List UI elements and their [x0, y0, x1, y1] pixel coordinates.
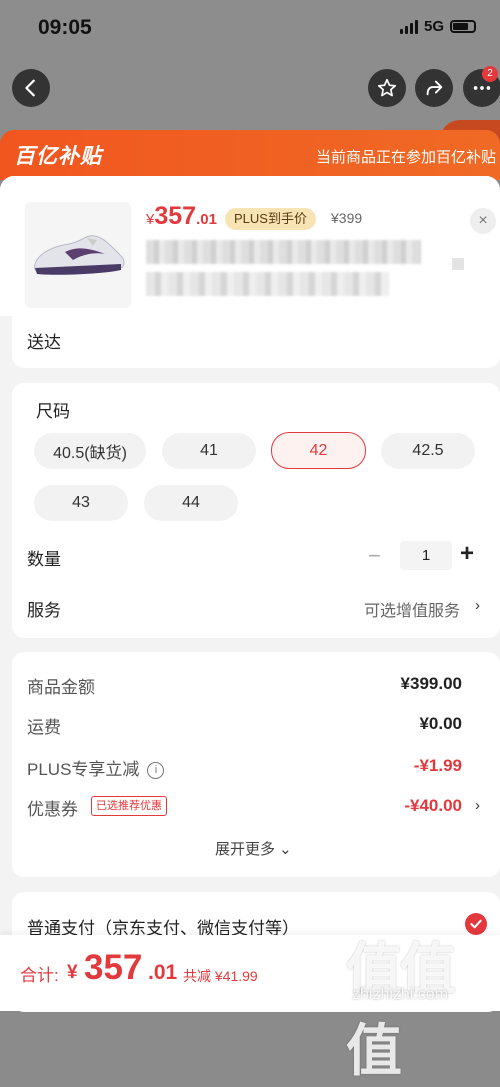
subsidy-logo: 百亿补贴	[14, 145, 102, 168]
coupon-recommended-tag: 已选推荐优惠	[91, 796, 167, 816]
size-option[interactable]: 43	[34, 485, 128, 521]
share-button[interactable]	[415, 69, 453, 107]
total-savings: 共减 ¥41.99	[183, 968, 258, 984]
delivery-text: 送达	[27, 333, 61, 352]
price-decimal: .01	[196, 211, 217, 228]
coupon-value[interactable]: -¥40.00	[404, 796, 462, 816]
service-label: 服务	[27, 601, 61, 620]
star-icon	[377, 78, 397, 97]
total-integer: 357	[84, 948, 143, 987]
total-decimal: .01	[148, 961, 178, 984]
quantity-increase-button[interactable]: +	[460, 540, 474, 568]
close-button[interactable]: ×	[470, 208, 496, 234]
quantity-input[interactable]: 1	[400, 541, 452, 570]
current-price: ¥357.01	[146, 202, 217, 231]
close-icon: ×	[478, 212, 488, 229]
size-option[interactable]: 40.5(缺货)	[34, 433, 146, 469]
shipping-value: ¥0.00	[419, 714, 462, 733]
back-button[interactable]	[12, 69, 50, 107]
expand-more-button[interactable]: 展开更多 ⌄	[215, 838, 292, 859]
size-section-title: 尺码	[36, 402, 70, 421]
size-option-selected[interactable]: 42	[271, 432, 366, 469]
network-label: 5G	[423, 18, 444, 35]
blurred-fragment	[452, 258, 464, 270]
price-integer: 357	[154, 202, 197, 230]
size-option[interactable]: 41	[162, 433, 256, 469]
quantity-label: 数量	[27, 550, 61, 569]
plus-discount-row: PLUS专享立减 i	[27, 755, 165, 780]
goods-amount-value: ¥399.00	[400, 674, 462, 693]
service-chevron-icon[interactable]: ›	[475, 597, 480, 614]
sneaker-image	[25, 202, 131, 308]
subsidy-notice: 当前商品正在参加百亿补贴	[315, 149, 496, 166]
original-price: ¥399	[331, 210, 363, 226]
delivery-card	[12, 316, 500, 368]
favorite-button[interactable]	[368, 69, 406, 107]
size-option[interactable]: 42.5	[381, 433, 475, 469]
plus-price-tag: PLUS到手价	[225, 208, 316, 230]
battery-icon	[450, 20, 476, 33]
size-option[interactable]: 44	[144, 485, 238, 521]
watermark-url: zhizhizhi.com	[352, 986, 449, 1003]
info-icon[interactable]: i	[147, 762, 165, 780]
total-label: 合计:	[20, 966, 59, 985]
share-icon	[426, 80, 443, 96]
total-currency: ¥	[67, 962, 78, 983]
blurred-product-title-line1	[146, 240, 421, 264]
coupon-chevron-icon[interactable]: ›	[475, 797, 480, 814]
signal-icon	[399, 19, 418, 34]
status-time: 09:05	[38, 16, 92, 39]
plus-discount-value: -¥1.99	[413, 756, 462, 775]
product-thumbnail	[25, 202, 131, 308]
watermark-logo: 值值值	[346, 938, 456, 1082]
goods-amount-label: 商品金额	[27, 678, 95, 697]
blurred-product-title-line2	[146, 272, 389, 296]
service-selector[interactable]: 可选增值服务	[364, 597, 460, 621]
status-indicators: 5G	[399, 18, 476, 35]
quantity-decrease-button[interactable]: −	[368, 543, 381, 569]
shipping-label: 运费	[27, 718, 61, 737]
message-count-badge: 2	[482, 66, 498, 82]
plus-discount-label: PLUS专享立减	[27, 760, 140, 779]
coupon-label: 优惠券	[27, 800, 78, 819]
back-arrow-icon	[25, 79, 35, 97]
